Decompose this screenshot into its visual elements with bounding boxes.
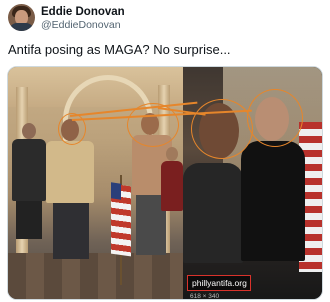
tweet-media[interactable]: phillyantifa.org 618 × 340	[7, 66, 323, 300]
author-names: Eddie Donovan @EddieDonovan	[41, 5, 125, 32]
tweet-header: Eddie Donovan @EddieDonovan	[8, 3, 322, 35]
source-caption: phillyantifa.org	[187, 275, 251, 291]
highlight-circle-right	[191, 99, 253, 159]
highlight-circle-far-right	[247, 89, 303, 147]
avatar[interactable]	[8, 4, 35, 31]
image-dimensions: 618 × 340	[190, 293, 220, 300]
tweet-text: Antifa posing as MAGA? No surprise...	[8, 42, 231, 57]
author-handle[interactable]: @EddieDonovan	[41, 19, 125, 32]
right-photo[interactable]: phillyantifa.org 618 × 340	[183, 67, 322, 300]
left-photo[interactable]	[8, 67, 183, 299]
author-display-name[interactable]: Eddie Donovan	[41, 5, 125, 19]
source-url[interactable]: phillyantifa.org	[192, 278, 247, 288]
